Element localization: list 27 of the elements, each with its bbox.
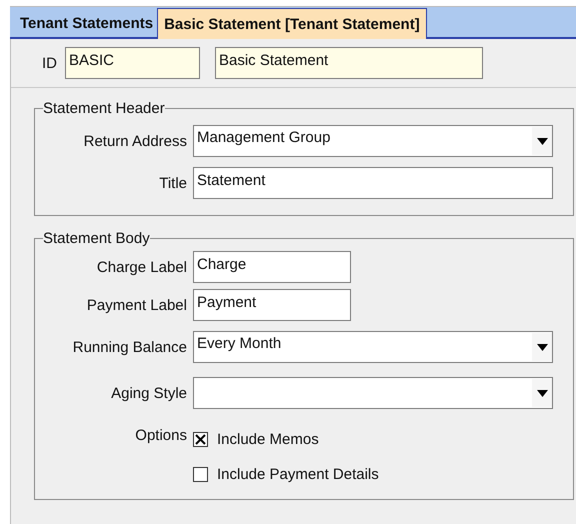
tab[interactable]: Tenant Statements — [16, 9, 158, 37]
id-field[interactable]: BASIC — [65, 47, 200, 79]
field-label: Options — [134, 427, 188, 444]
checkbox-label[interactable]: Include Memos — [217, 431, 319, 448]
dropdown-arrow-icon — [536, 390, 548, 396]
field-label: Return Address — [82, 132, 188, 150]
dropdown[interactable]: Every Month — [193, 331, 553, 363]
dropdown[interactable]: Management Group — [193, 125, 553, 157]
name-field[interactable]: Basic Statement — [215, 47, 483, 79]
text-field[interactable]: Statement — [193, 167, 553, 199]
checkbox-label[interactable]: Include Payment Details — [217, 466, 379, 483]
dropdown-arrow-icon — [536, 344, 548, 350]
group-title: Statement Body — [43, 230, 150, 247]
field-label: Aging Style — [110, 384, 188, 402]
text-field[interactable]: Payment — [193, 289, 351, 321]
field-label: Title — [158, 174, 188, 192]
tab[interactable]: Basic Statement [Tenant Statement] — [157, 8, 427, 39]
dropdown-arrow-icon — [536, 138, 548, 144]
field-label: Charge Label — [96, 258, 188, 276]
group-title: Statement Header — [43, 100, 165, 117]
text-field[interactable]: Charge — [193, 251, 351, 283]
field-label: Payment Label — [86, 296, 188, 314]
checkbox[interactable] — [193, 432, 208, 447]
field-label: ID — [41, 54, 58, 72]
checkbox[interactable] — [193, 467, 208, 482]
field-label: Running Balance — [72, 338, 188, 356]
dropdown[interactable] — [193, 377, 553, 409]
